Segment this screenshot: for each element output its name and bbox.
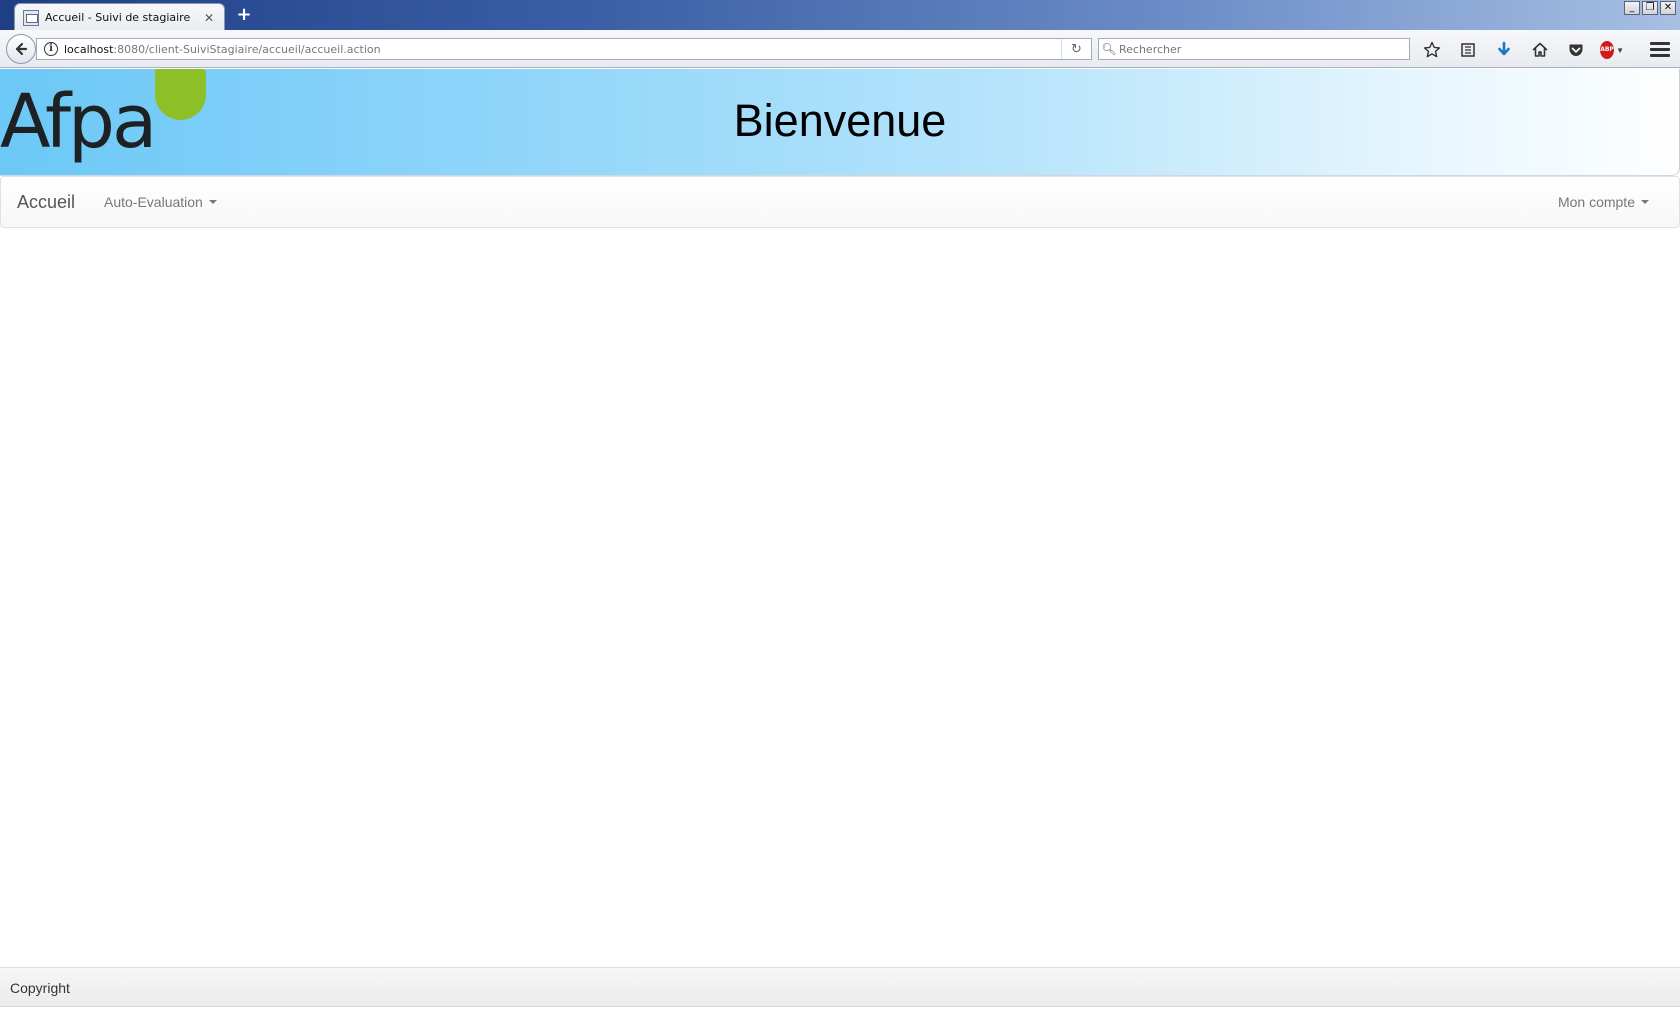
download-icon[interactable]	[1492, 38, 1516, 62]
nav-auto-evaluation-dropdown[interactable]: Auto-Evaluation	[104, 194, 217, 210]
adblock-icon[interactable]: ABP ▼	[1600, 38, 1624, 62]
nav-auto-evaluation-label: Auto-Evaluation	[104, 194, 203, 210]
search-icon: 🔍︎	[1101, 42, 1117, 56]
browser-toolbar: i localhost:8080/client-SuiviStagiaire/a…	[0, 30, 1680, 68]
url-text[interactable]: localhost:8080/client-SuiviStagiaire/acc…	[64, 43, 1061, 56]
window-controls: _ ❐ ✕	[1624, 1, 1676, 15]
nav-mon-compte-dropdown[interactable]: Mon compte	[1558, 194, 1649, 210]
adblock-badge: ABP	[1600, 41, 1615, 59]
page-footer: Copyright	[0, 967, 1680, 1007]
new-tab-button[interactable]: +	[234, 4, 254, 26]
home-icon[interactable]	[1528, 38, 1552, 62]
toolbar-icons: ABP ▼	[1420, 38, 1636, 62]
tab-close-icon[interactable]: ✕	[202, 11, 216, 25]
hamburger-menu-icon[interactable]	[1650, 39, 1670, 59]
nav-mon-compte-label: Mon compte	[1557, 194, 1635, 210]
back-arrow-icon	[15, 42, 28, 56]
app-navbar: Accueil Auto-Evaluation Mon compte	[0, 176, 1680, 228]
url-host: localhost	[64, 42, 114, 56]
reload-icon[interactable]: ↻	[1061, 39, 1091, 59]
chevron-down-icon	[208, 200, 217, 204]
browser-tab[interactable]: Accueil - Suivi de stagiaire ✕	[14, 3, 225, 31]
star-bookmark-icon[interactable]	[1420, 38, 1444, 62]
browser-titlebar: Accueil - Suivi de stagiaire ✕ + _ ❐ ✕	[0, 0, 1680, 31]
search-bar[interactable]: 🔍︎	[1098, 38, 1410, 60]
restore-button[interactable]: ❐	[1642, 1, 1658, 15]
chevron-down-icon	[1641, 200, 1649, 204]
footer-copyright: Copyright	[10, 980, 70, 996]
tab-title: Accueil - Suivi de stagiaire	[45, 11, 191, 24]
page-favicon-icon	[23, 9, 39, 26]
header-banner: Afpa Bienvenue	[0, 69, 1680, 176]
page-content: Afpa Bienvenue Accueil Auto-Evaluation M…	[0, 69, 1680, 1010]
search-input[interactable]	[1119, 42, 1399, 56]
close-window-button[interactable]: ✕	[1660, 1, 1676, 15]
minimize-button[interactable]: _	[1624, 1, 1640, 15]
pocket-icon[interactable]	[1564, 38, 1588, 62]
page-title: Bienvenue	[733, 95, 947, 146]
nav-brand-accueil[interactable]: Accueil	[17, 192, 75, 213]
back-button[interactable]	[6, 34, 36, 64]
adblock-caret-icon: ▼	[1616, 45, 1624, 55]
reading-list-icon[interactable]	[1456, 38, 1480, 62]
url-bar[interactable]: i localhost:8080/client-SuiviStagiaire/a…	[36, 38, 1092, 60]
url-path: :8080/client-SuiviStagiaire/accueil/accu…	[113, 42, 381, 56]
site-info-icon[interactable]: i	[44, 42, 58, 56]
